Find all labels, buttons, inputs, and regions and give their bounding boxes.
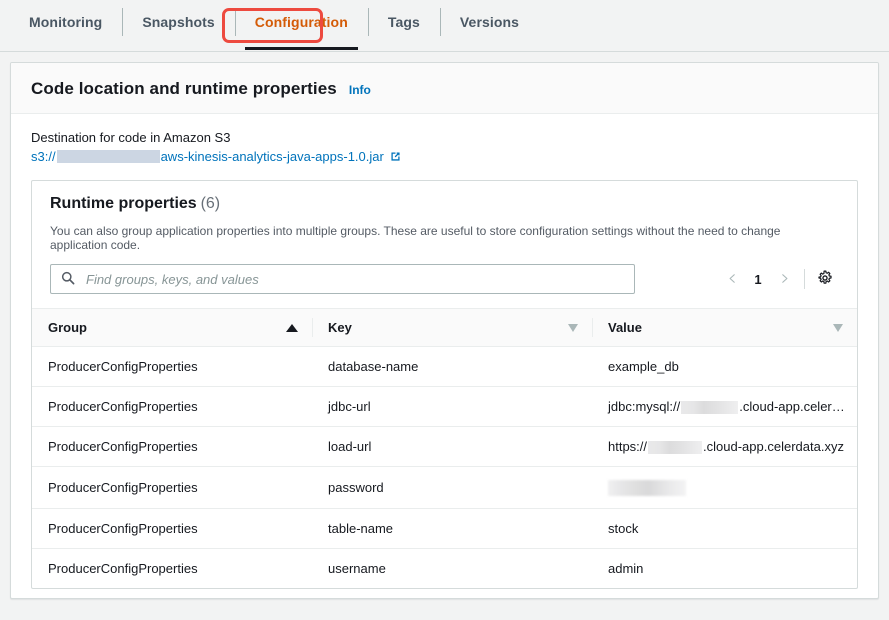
tab-label: Configuration xyxy=(255,14,348,30)
destination-label: Destination for code in Amazon S3 xyxy=(31,130,858,145)
column-header-label: Value xyxy=(608,320,642,335)
s3-destination-link[interactable]: s3:// aws-kinesis-analytics-java-apps-1.0… xyxy=(31,149,858,164)
cell-value xyxy=(592,467,857,509)
tab-snapshots[interactable]: Snapshots xyxy=(122,0,234,44)
search-icon xyxy=(61,271,75,288)
pagination-page-1[interactable]: 1 xyxy=(746,272,770,287)
runtime-properties-card: Runtime properties (6) You can also grou… xyxy=(31,180,858,589)
table-body: ProducerConfigPropertiesdatabase-nameexa… xyxy=(32,347,857,588)
pagination-prev-button[interactable] xyxy=(718,265,746,293)
tab-configuration[interactable]: Configuration xyxy=(235,0,368,44)
panel-header: Code location and runtime properties Inf… xyxy=(11,63,878,114)
cell-key: username xyxy=(312,548,592,588)
cell-group: ProducerConfigProperties xyxy=(32,508,312,548)
sort-icon[interactable] xyxy=(568,324,578,332)
cell-value: stock xyxy=(592,508,857,548)
info-link[interactable]: Info xyxy=(349,83,371,97)
s3-redacted-bucket xyxy=(57,150,160,163)
cell-value: jdbc:mysql:// .cloud-app.celer… xyxy=(592,387,857,427)
search-box[interactable] xyxy=(50,264,635,294)
pagination-next-button[interactable] xyxy=(770,265,798,293)
s3-link-prefix[interactable]: s3:// xyxy=(31,149,56,164)
cell-key: database-name xyxy=(312,347,592,387)
redacted-value-segment xyxy=(681,401,738,414)
tab-monitoring[interactable]: Monitoring xyxy=(9,0,122,44)
tab-label: Snapshots xyxy=(142,14,214,30)
code-location-panel: Code location and runtime properties Inf… xyxy=(10,62,879,599)
runtime-properties-toolbar: 1 xyxy=(32,252,857,308)
column-header-value[interactable]: Value xyxy=(592,309,857,347)
chevron-left-icon xyxy=(727,271,738,287)
table-row: ProducerConfigPropertiestable-namestock xyxy=(32,508,857,548)
external-link-icon[interactable] xyxy=(389,150,402,163)
redacted-value-segment xyxy=(648,441,702,454)
column-header-label: Key xyxy=(328,320,352,335)
table-row: ProducerConfigPropertiesjdbc-urljdbc:mys… xyxy=(32,387,857,427)
page-title: Code location and runtime properties xyxy=(31,79,337,99)
pagination-divider xyxy=(804,269,805,289)
pagination: 1 xyxy=(718,265,839,293)
runtime-properties-count: (6) xyxy=(201,195,221,212)
cell-group: ProducerConfigProperties xyxy=(32,347,312,387)
gear-icon xyxy=(817,270,833,289)
column-header-group[interactable]: Group xyxy=(32,309,312,347)
runtime-properties-table: GroupKeyValue ProducerConfigPropertiesda… xyxy=(32,308,857,588)
s3-link-suffix[interactable]: aws-kinesis-analytics-java-apps-1.0.jar xyxy=(161,149,384,164)
runtime-properties-title-row: Runtime properties (6) xyxy=(50,195,839,213)
cell-value: example_db xyxy=(592,347,857,387)
tab-tags[interactable]: Tags xyxy=(368,0,440,44)
tab-label: Monitoring xyxy=(29,14,102,30)
runtime-properties-description: You can also group application propertie… xyxy=(50,224,839,252)
redacted-password-value xyxy=(608,480,686,496)
column-header-key[interactable]: Key xyxy=(312,309,592,347)
runtime-properties-title: Runtime properties xyxy=(50,195,197,212)
search-input[interactable] xyxy=(84,271,624,288)
value-prefix: https:// xyxy=(608,439,647,454)
chevron-right-icon xyxy=(779,271,790,287)
cell-group: ProducerConfigProperties xyxy=(32,548,312,588)
value-prefix: jdbc:mysql:// xyxy=(608,399,680,414)
tab-versions[interactable]: Versions xyxy=(440,0,539,44)
panel-body: Destination for code in Amazon S3 s3:// a… xyxy=(11,114,878,589)
tab-bar: Monitoring Snapshots Configuration Tags Vers… xyxy=(0,0,889,52)
cell-group: ProducerConfigProperties xyxy=(32,467,312,509)
sort-ascending-icon[interactable] xyxy=(286,324,298,332)
table-preferences-button[interactable] xyxy=(811,265,839,293)
column-header-label: Group xyxy=(48,320,87,335)
cell-value: https:// .cloud-app.celerdata.xyz xyxy=(592,427,857,467)
table-header: Group Key Value xyxy=(32,309,857,347)
cell-key: load-url xyxy=(312,427,592,467)
value-suffix: .cloud-app.celer… xyxy=(739,399,845,414)
tab-label: Versions xyxy=(460,14,519,30)
table-row: ProducerConfigPropertiesdatabase-nameexa… xyxy=(32,347,857,387)
table-header-row: Group Key Value xyxy=(32,309,857,347)
cell-group: ProducerConfigProperties xyxy=(32,387,312,427)
table-row: ProducerConfigPropertiespassword xyxy=(32,467,857,509)
tab-list: Monitoring Snapshots Configuration Tags Vers… xyxy=(0,0,539,50)
cell-value: admin xyxy=(592,548,857,588)
value-suffix: .cloud-app.celerdata.xyz xyxy=(703,439,844,454)
cell-key: table-name xyxy=(312,508,592,548)
table-row: ProducerConfigPropertiesusernameadmin xyxy=(32,548,857,588)
runtime-properties-header: Runtime properties (6) You can also grou… xyxy=(32,181,857,252)
sort-icon[interactable] xyxy=(833,324,843,332)
cell-key: password xyxy=(312,467,592,509)
cell-key: jdbc-url xyxy=(312,387,592,427)
tab-label: Tags xyxy=(388,14,420,30)
table-row: ProducerConfigPropertiesload-urlhttps://… xyxy=(32,427,857,467)
cell-group: ProducerConfigProperties xyxy=(32,427,312,467)
